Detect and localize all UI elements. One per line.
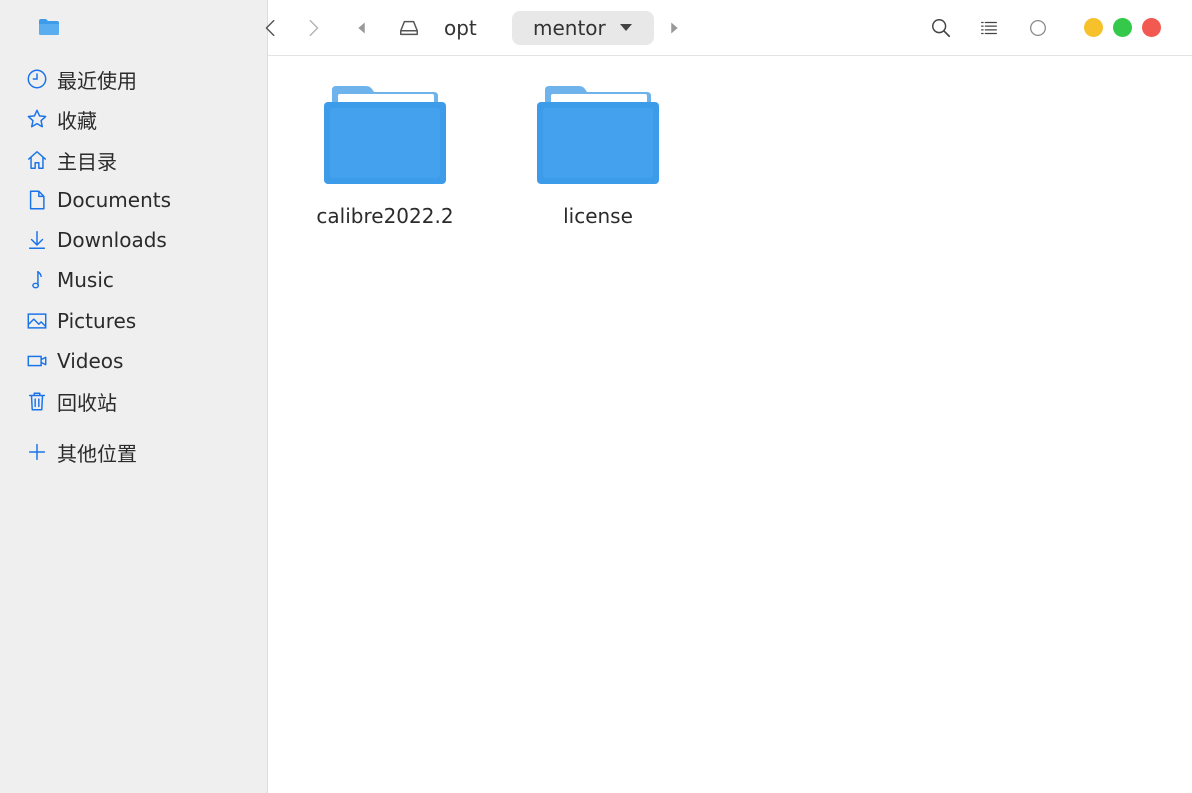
download-icon [25,228,49,252]
picture-icon [25,309,49,333]
drive-icon [400,20,418,36]
maximize-button[interactable] [1113,18,1132,37]
home-icon [25,148,49,172]
file-name: calibre2022.2 [316,204,454,228]
triangle-right-icon [671,22,678,34]
trash-icon [25,389,49,413]
forward-button[interactable] [299,14,327,42]
file-item[interactable]: calibre2022.2 [300,86,470,228]
breadcrumb-opt[interactable]: opt [444,14,477,42]
plus-icon [25,440,49,464]
chevron-right-icon [309,19,319,37]
sidebar-item-label: Videos [57,349,124,373]
sidebar: 最近使用 收藏 主目录 Documents Downloads Music Pi… [0,0,268,793]
sidebar-item-recent[interactable]: 最近使用 [25,63,137,95]
chevron-down-icon [620,24,632,31]
sidebar-item-label: Documents [57,188,172,212]
file-item[interactable]: license [513,86,683,228]
file-view: calibre2022.2 license [269,56,1192,793]
breadcrumb-scroll-left-button[interactable] [348,14,376,42]
clock-icon [25,67,49,91]
search-icon [932,19,951,38]
sidebar-item-label: 最近使用 [57,68,137,93]
toolbar: opt mentor [265,0,1192,56]
minimize-button[interactable] [1084,18,1103,37]
sidebar-item-trash[interactable]: 回收站 [25,385,117,417]
file-manager-window: 最近使用 收藏 主目录 Documents Downloads Music Pi… [0,0,1192,793]
sidebar-item-label: Music [57,268,114,292]
chevron-left-icon [265,19,275,37]
circle-icon [1030,20,1046,36]
back-button[interactable] [257,14,285,42]
sidebar-item-other-locations[interactable]: 其他位置 [25,436,137,468]
sidebar-item-pictures[interactable]: Pictures [25,305,136,337]
video-icon [25,349,49,373]
sidebar-item-music[interactable]: Music [25,264,114,296]
sidebar-item-home[interactable]: 主目录 [25,144,117,176]
sidebar-item-documents[interactable]: Documents [25,184,171,216]
sidebar-item-label: 回收站 [57,390,117,415]
list-icon [981,21,997,35]
folder-icon [537,86,659,184]
sidebar-item-downloads[interactable]: Downloads [25,224,167,256]
breadcrumb-scroll-right-button[interactable] [660,14,688,42]
breadcrumb-current[interactable]: mentor [512,11,654,45]
options-button[interactable] [1024,14,1052,42]
breadcrumb-root-button[interactable] [395,14,423,42]
view-list-button[interactable] [975,14,1003,42]
sidebar-item-label: 主目录 [57,149,117,174]
sidebar-item-videos[interactable]: Videos [25,345,123,377]
close-button[interactable] [1142,18,1161,37]
sidebar-item-favorites[interactable]: 收藏 [25,103,97,135]
breadcrumb-current-label: mentor [533,16,606,40]
folder-icon [324,86,446,184]
folder-app-icon[interactable] [38,18,60,36]
document-icon [25,188,49,212]
sidebar-item-label: Pictures [57,309,137,333]
sidebar-item-label: Downloads [57,228,167,252]
triangle-left-icon [358,22,365,34]
sidebar-item-label: 其他位置 [57,441,137,466]
sidebar-item-label: 收藏 [57,108,97,133]
music-note-icon [25,268,49,292]
search-button[interactable] [927,14,955,42]
star-icon [25,107,49,131]
file-name: license [563,204,633,228]
